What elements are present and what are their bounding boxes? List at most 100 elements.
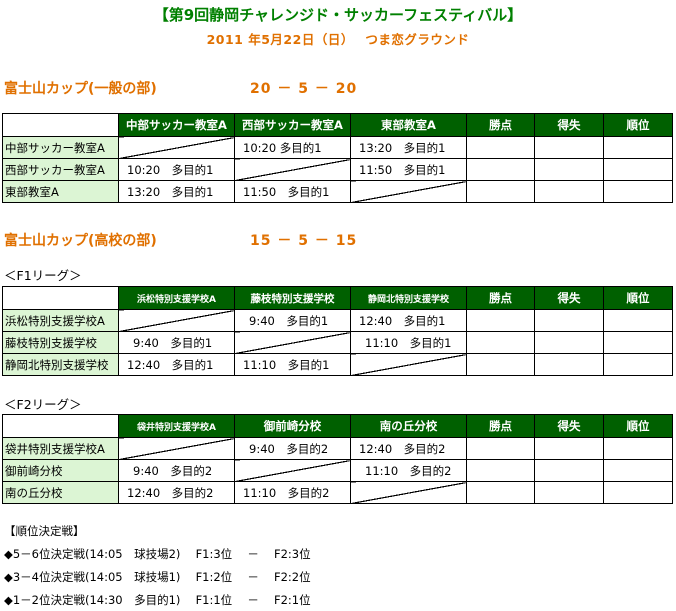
match-cell: 11:10 多目的1: [350, 331, 467, 354]
match-cell: 11:50 多目的1: [234, 180, 351, 203]
row-team-name: 中部サッカー教室A: [2, 136, 119, 159]
self-match-cell: [118, 136, 235, 159]
column-header: 勝点: [466, 113, 535, 137]
rank-cell: [603, 459, 673, 482]
column-header: 西部サッカー教室A: [234, 113, 351, 137]
table-row: 御前崎分校 9:40 多目的2 11:10 多目的2: [2, 459, 673, 482]
self-match-cell: [118, 309, 235, 332]
match-cell: 10:20 多目的1: [234, 136, 351, 159]
row-team-name: 西部サッカー教室A: [2, 158, 119, 181]
column-header: 中部サッカー教室A: [118, 113, 235, 137]
column-header: 勝点: [466, 286, 535, 310]
table-row: 袋井特別支援学校A 9:40 多目的2 12:40 多目的2: [2, 437, 673, 460]
match-cell: 12:40 多目的2: [118, 481, 235, 504]
row-team-name: 南の丘分校: [2, 481, 119, 504]
column-header: 袋井特別支援学校A: [118, 414, 235, 438]
match-cell: 9:40 多目的2: [234, 437, 351, 460]
table-row: 静岡北特別支援学校 12:40 多目的1 11:10 多目的1: [2, 353, 673, 376]
placement-item: ◆1－2位決定戦(14:30 多目的1) F1:1位 － F2:1位: [4, 593, 311, 607]
row-team-name: 浜松特別支援学校A: [2, 309, 119, 332]
column-header: 御前崎分校: [234, 414, 351, 438]
row-team-name: 静岡北特別支援学校: [2, 353, 119, 376]
match-cell: 13:20 多目的1: [118, 180, 235, 203]
column-header: 東部教室A: [350, 113, 467, 137]
self-match-cell: [234, 459, 351, 482]
goal-diff-cell: [534, 459, 604, 482]
points-cell: [466, 331, 535, 354]
points-cell: [466, 459, 535, 482]
rank-cell: [603, 353, 673, 376]
row-team-name: 藤枝特別支援学校: [2, 331, 119, 354]
rank-cell: [603, 180, 673, 203]
points-cell: [466, 437, 535, 460]
match-cell: 11:10 多目的2: [234, 481, 351, 504]
points-cell: [466, 180, 535, 203]
rank-cell: [603, 158, 673, 181]
table-corner-cell: [2, 414, 119, 438]
column-header: 南の丘分校: [350, 414, 467, 438]
self-match-cell: [350, 353, 467, 376]
self-match-cell: [234, 158, 351, 181]
league-label-f2: ＜F2リーグ＞: [4, 397, 82, 412]
points-cell: [466, 481, 535, 504]
self-match-cell: [234, 331, 351, 354]
column-header: 得失: [534, 286, 604, 310]
self-match-cell: [350, 180, 467, 203]
section-score-general: 20 － 5 － 20: [250, 81, 358, 97]
match-cell: 13:20 多目的1: [350, 136, 467, 159]
match-cell: 9:40 多目的1: [234, 309, 351, 332]
match-cell: 10:20 多目的1: [118, 158, 235, 181]
page-title: 【第9回静岡チャレンジド・サッカーフェスティバル】: [153, 6, 523, 24]
schedule-table-f2: 袋井特別支援学校A 御前崎分校 南の丘分校 勝点 得失 順位 袋井特別支援学校A…: [2, 414, 673, 504]
section-title-general: 富士山カップ(一般の部): [4, 81, 157, 97]
rank-cell: [603, 481, 673, 504]
goal-diff-cell: [534, 309, 604, 332]
table-row: 浜松特別支援学校A 9:40 多目的1 12:40 多目的1: [2, 309, 673, 332]
table-header-row: 浜松特別支援学校A 藤枝特別支援学校 静岡北特別支援学校 勝点 得失 順位: [2, 286, 673, 310]
goal-diff-cell: [534, 331, 604, 354]
placement-item: ◆5－6位決定戦(14:05 球技場2) F1:3位 － F2:3位: [4, 547, 311, 561]
goal-diff-cell: [534, 437, 604, 460]
event-date-venue: 2011 年5月22日（日） つま恋グラウンド: [206, 32, 470, 47]
points-cell: [466, 158, 535, 181]
column-header: 得失: [534, 414, 604, 438]
row-team-name: 袋井特別支援学校A: [2, 437, 119, 460]
column-header: 勝点: [466, 414, 535, 438]
column-header: 藤枝特別支援学校: [234, 286, 351, 310]
row-team-name: 東部教室A: [2, 180, 119, 203]
rank-cell: [603, 309, 673, 332]
rank-cell: [603, 437, 673, 460]
column-header: 順位: [603, 414, 673, 438]
goal-diff-cell: [534, 353, 604, 376]
match-cell: 9:40 多目的2: [118, 459, 235, 482]
column-header: 順位: [603, 113, 673, 137]
points-cell: [466, 353, 535, 376]
goal-diff-cell: [534, 158, 604, 181]
table-header-row: 中部サッカー教室A 西部サッカー教室A 東部教室A 勝点 得失 順位: [2, 113, 673, 137]
self-match-cell: [350, 481, 467, 504]
league-label-f1: ＜F1リーグ＞: [4, 268, 82, 283]
goal-diff-cell: [534, 180, 604, 203]
match-cell: 12:40 多目的1: [350, 309, 467, 332]
row-team-name: 御前崎分校: [2, 459, 119, 482]
column-header: 順位: [603, 286, 673, 310]
points-cell: [466, 309, 535, 332]
match-cell: 11:10 多目的2: [350, 459, 467, 482]
match-cell: 11:50 多目的1: [350, 158, 467, 181]
table-corner-cell: [2, 286, 119, 310]
table-row: 東部教室A 13:20 多目的1 11:50 多目的1: [2, 180, 673, 203]
table-row: 中部サッカー教室A 10:20 多目的1 13:20 多目的1: [2, 136, 673, 159]
match-cell: 9:40 多目的1: [118, 331, 235, 354]
rank-cell: [603, 331, 673, 354]
goal-diff-cell: [534, 136, 604, 159]
column-header: 得失: [534, 113, 604, 137]
table-header-row: 袋井特別支援学校A 御前崎分校 南の丘分校 勝点 得失 順位: [2, 414, 673, 438]
goal-diff-cell: [534, 481, 604, 504]
match-cell: 12:40 多目的2: [350, 437, 467, 460]
schedule-table-general: 中部サッカー教室A 西部サッカー教室A 東部教室A 勝点 得失 順位 中部サッカ…: [2, 113, 673, 203]
column-header: 浜松特別支援学校A: [118, 286, 235, 310]
rank-cell: [603, 136, 673, 159]
placement-heading: 【順位決定戦】: [4, 524, 85, 538]
table-corner-cell: [2, 113, 119, 137]
self-match-cell: [118, 437, 235, 460]
